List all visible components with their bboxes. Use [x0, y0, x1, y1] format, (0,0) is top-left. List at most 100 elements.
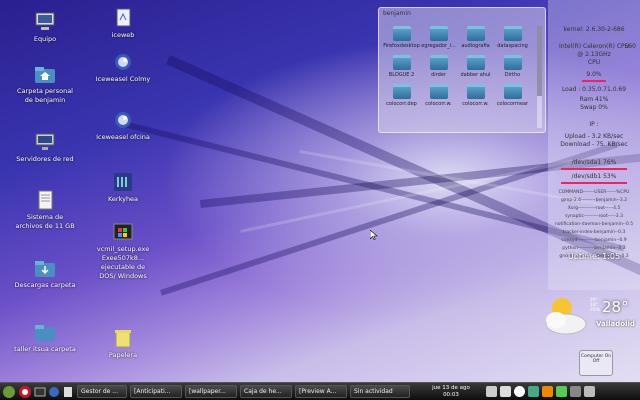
volume-icon[interactable] [542, 386, 553, 397]
clock-date: jue 13 de ago [432, 385, 470, 391]
cpu-label: CPU [587, 59, 601, 66]
folder-icon [466, 84, 485, 99]
show-desktop-icon[interactable] [584, 386, 595, 397]
filesystem-icon [38, 190, 53, 210]
document-icon [116, 8, 131, 27]
cpu-value: 9.0% [586, 71, 602, 78]
folder-view-widget[interactable]: benjamin Firefoxdesktop egregador_i... a… [378, 7, 546, 133]
folder-icon [392, 84, 411, 99]
folder-icon [392, 26, 411, 41]
folder-icon [35, 325, 55, 341]
battery-icon[interactable] [556, 386, 567, 397]
weather-widget[interactable]: 28° 29° 18° 20% Valladolid [540, 292, 640, 342]
desktop-icon-taller[interactable]: taller itsua carpeta [14, 322, 76, 354]
desktop-icon-label: vcmil_setup.exe Exee507k8... ejecutable … [96, 245, 150, 280]
desktop-icon-label: Servidores de red [16, 155, 74, 163]
desktop-icon-label: Equipo [33, 35, 57, 43]
network-servers-icon [35, 133, 55, 150]
folder-icon [429, 55, 448, 70]
desktop-icon-label: Iceweasel Colmy [95, 75, 151, 83]
process-row: synaptic---------root-----3.3 [565, 214, 623, 219]
usb-icon[interactable] [486, 386, 497, 397]
desktop-icon-network[interactable]: Servidores de red [14, 132, 76, 164]
wifi-icon[interactable] [514, 386, 525, 397]
browser-icon[interactable] [48, 386, 60, 398]
app-icon [114, 173, 132, 191]
exe-icon [113, 223, 133, 240]
desktop-icon-label: iceweb [111, 31, 135, 39]
menu-icon[interactable] [2, 385, 16, 399]
folder-item[interactable]: colocorr.dep [383, 84, 420, 108]
mouse-cursor-icon [370, 230, 378, 240]
taskbar: Gestor de ... [Anticipati... [wallpaper.… [0, 382, 640, 400]
process-row: Xorg-----------root-----4.5 [567, 206, 621, 211]
terminal-icon[interactable] [34, 386, 46, 398]
editor-icon[interactable] [62, 386, 74, 398]
folder-item[interactable]: audiografia [457, 26, 494, 50]
process-row: tracker-index-benjamin--0.3 [562, 230, 626, 235]
folder-item[interactable]: colocorrnear [494, 84, 531, 108]
taskbar-button-anticipati[interactable]: [Anticipati... [130, 385, 182, 398]
partly-cloudy-icon [545, 298, 587, 335]
process-row: gimp-2.6---------benjamin--3.2 [560, 198, 628, 203]
clock[interactable]: jue 13 de ago 00:03 [426, 385, 476, 398]
process-list: COMMAND-------USER------%CPU gimp-2.6---… [548, 187, 640, 261]
desktop-icon-label: Sistema de archivos de 11 GB [15, 213, 75, 230]
cpu-model-freq: @ 2.13GHz [577, 51, 611, 58]
desktop-icon-vcmil-setup[interactable]: vcmil_setup.exe Exee507k8... ejecutable … [92, 222, 154, 281]
desktop-icon-iceweb[interactable]: iceweb [92, 8, 154, 40]
folder-view-scrollbar[interactable] [537, 26, 542, 128]
network-icon[interactable] [570, 386, 581, 397]
window-icon[interactable] [500, 386, 511, 397]
folder-icon [429, 84, 448, 99]
process-row: notification-daemon-benjamin--0.5 [554, 222, 634, 227]
widget-label: Computer On Off [580, 354, 612, 364]
taskbar-button-caja[interactable]: Caja de he... [240, 385, 292, 398]
debian-logo-icon[interactable] [18, 385, 32, 399]
folder-item[interactable]: Firefoxdesktop [383, 26, 420, 50]
iceweasel-icon [115, 54, 131, 70]
downloads-folder-icon [35, 261, 55, 277]
desktop-icon-kerkyhea[interactable]: Kerkyhea [92, 172, 154, 204]
folder-item[interactable]: BLOGUE 2 [383, 55, 420, 79]
update-icon[interactable] [528, 386, 539, 397]
conky-monitor: kernel: 2.6.30-2-686 Intel(R) Celeron(R)… [548, 0, 640, 290]
desktop-icon-papelera[interactable]: Papelera [92, 328, 154, 360]
iceweasel-icon [115, 112, 131, 128]
taskbar-button-preview[interactable]: [Preview A... [295, 385, 347, 398]
taskbar-button-sin-actividad[interactable]: Sin actividad [350, 385, 410, 398]
disk1-bar [561, 168, 627, 170]
folder-icon [466, 55, 485, 70]
clock-time: 00:03 [443, 391, 459, 398]
folder-item[interactable]: colocorr.w. [420, 84, 457, 108]
weather-small-3: 20% [590, 308, 601, 313]
disk2-text: /dev/sdb1 53% [571, 173, 617, 180]
desktop-icon-filesystem[interactable]: Sistema de archivos de 11 GB [14, 190, 76, 231]
folder-icon [392, 55, 411, 70]
folder-icon [503, 84, 522, 99]
taskbar-button-gestor[interactable]: Gestor de ... [77, 385, 127, 398]
folder-icon [466, 26, 485, 41]
trash-icon [115, 330, 131, 348]
folder-icon [429, 26, 448, 41]
download-text: Download - 75. KB/sec [560, 141, 628, 148]
folder-item[interactable]: dirder [420, 55, 457, 79]
taskbar-button-wallpaper[interactable]: [wallpaper... [185, 385, 237, 398]
computer-icon [35, 12, 55, 30]
desktop-icon-iceweasel-colmy[interactable]: Iceweasel Colmy [92, 52, 154, 84]
desktop-icon-equipo[interactable]: Equipo [14, 12, 76, 44]
folder-item[interactable]: colocorr.w. [457, 84, 494, 108]
desktop-icon-iceweasel-ofcina[interactable]: Iceweasel ofcina [92, 110, 154, 142]
folder-item[interactable]: dataspacing [494, 26, 531, 50]
kernel-text: kernel: 2.6.30-2-686 [563, 26, 625, 33]
desktop-icon-home[interactable]: Carpeta personal de benjamin [14, 64, 76, 105]
folder-item[interactable]: Dirtho [494, 55, 531, 79]
folder-item[interactable]: dabber ahul [457, 55, 494, 79]
ram-text: Ram 41% [579, 96, 609, 103]
folder-item[interactable]: egregador_i... [420, 26, 457, 50]
desktop-icon-downloads[interactable]: Descargas carpeta [14, 258, 76, 290]
folder-view-title: benjamin [383, 10, 411, 17]
desktop-icon-label: Iceweasel ofcina [96, 133, 150, 141]
disk1-text: /dev/sda1 76% [571, 159, 617, 166]
computer-onoff-widget[interactable]: Computer On Off [579, 350, 613, 376]
